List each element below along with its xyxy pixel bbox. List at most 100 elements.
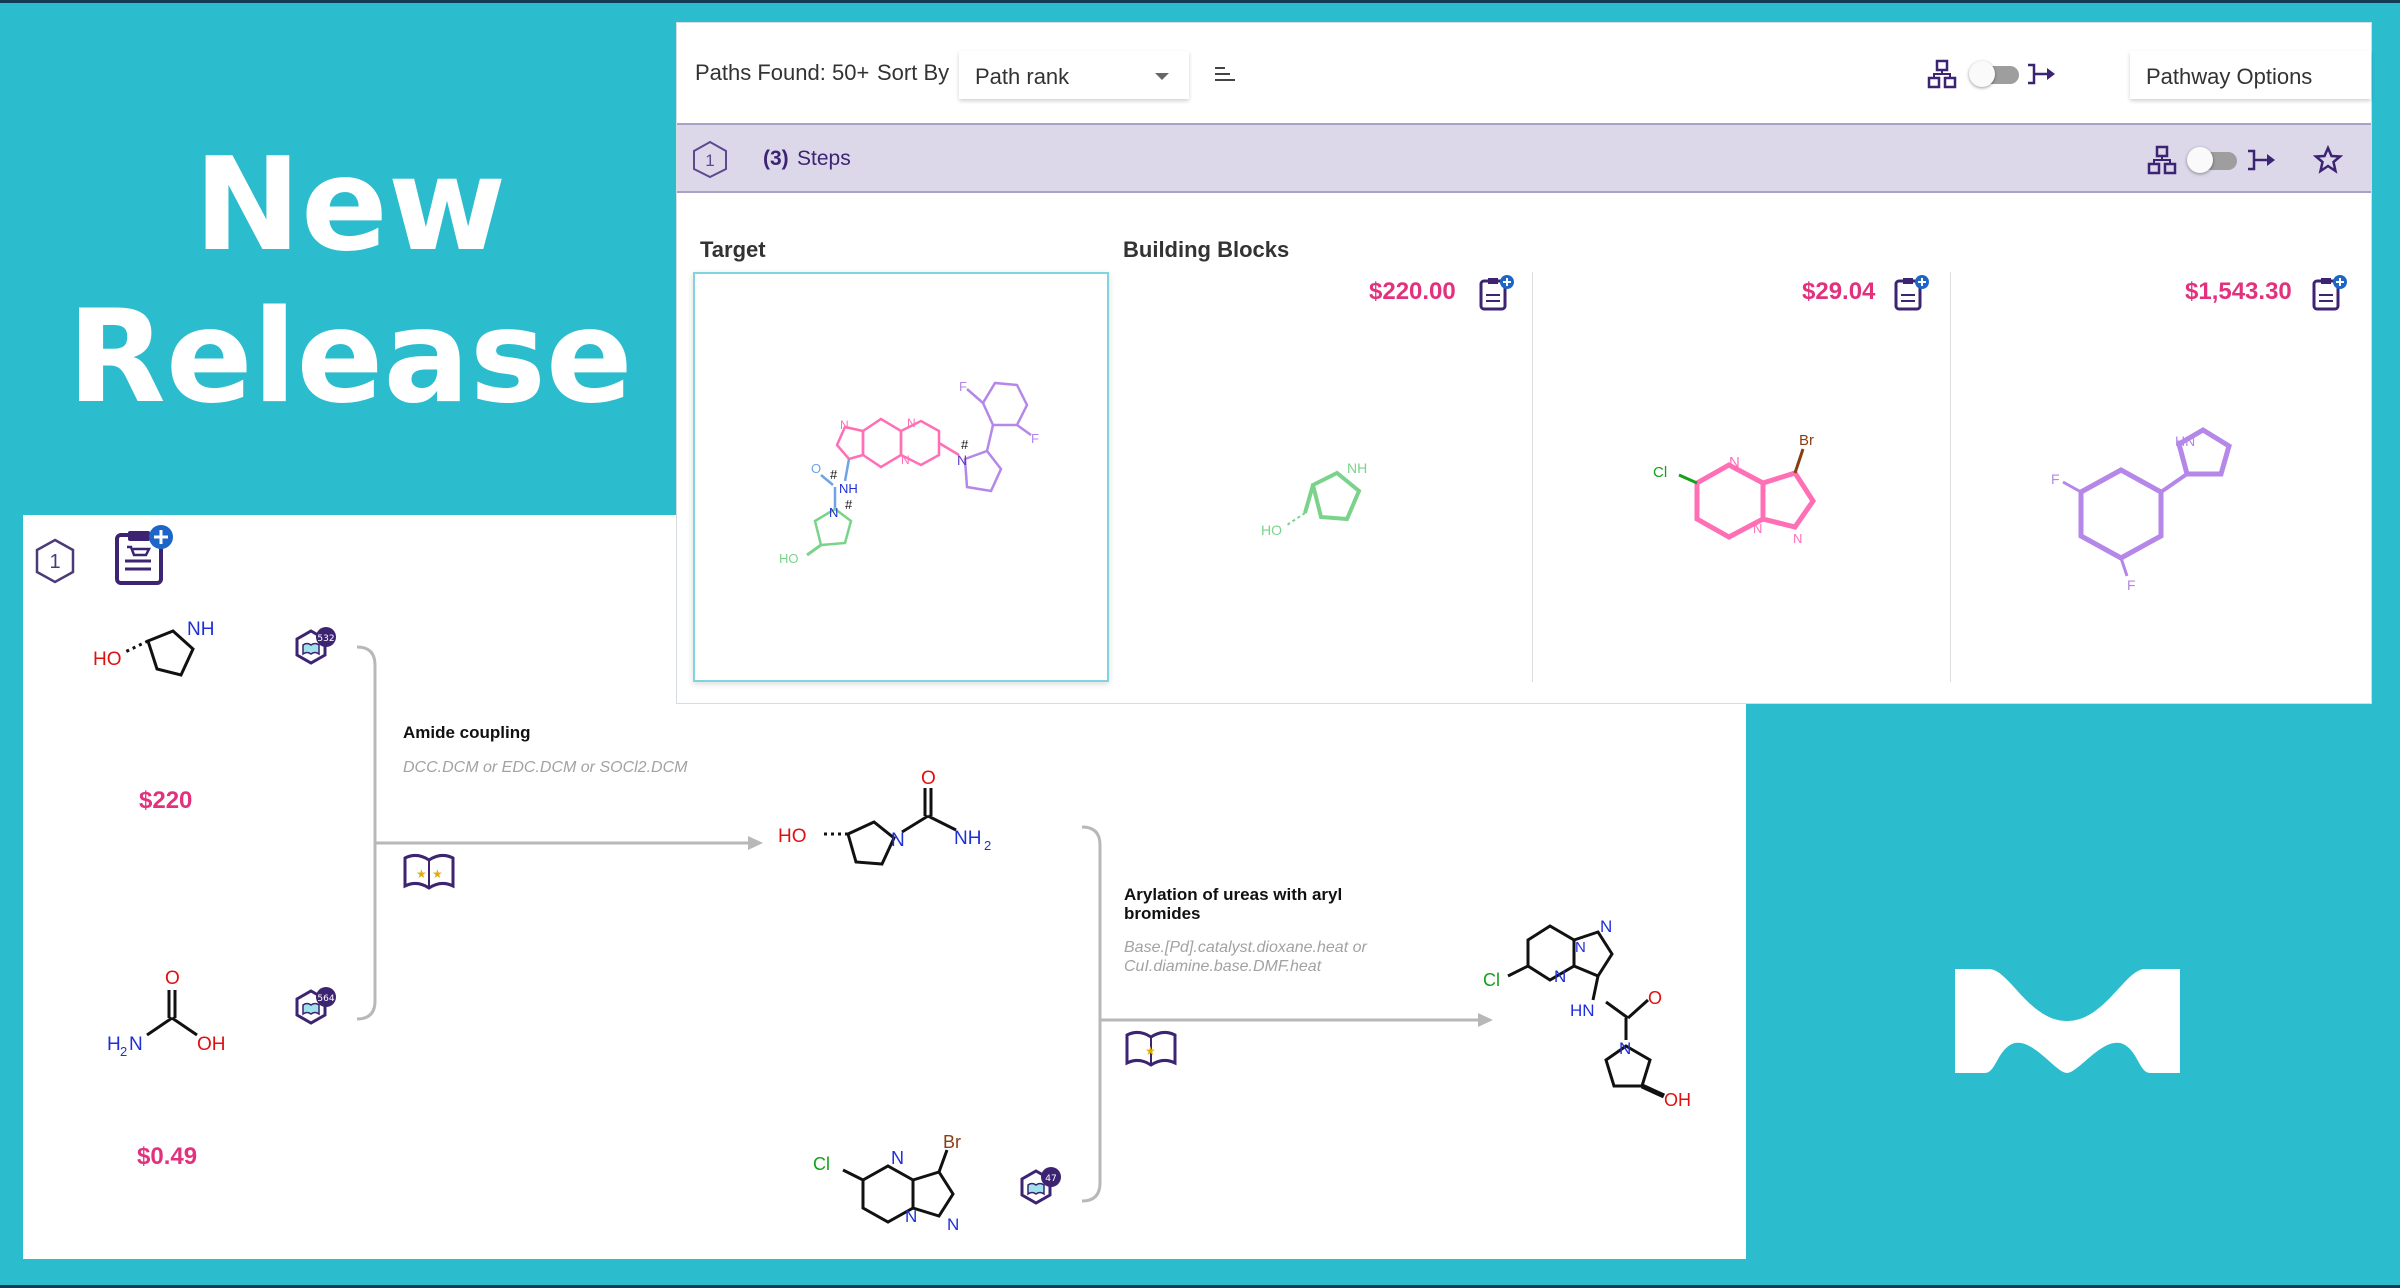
literature-reference-badge[interactable]: 532	[293, 625, 337, 669]
svg-text:N: N	[901, 453, 910, 467]
building-block-structure-bromo-pyrazolopyrimidine: Cl N Br N N	[1653, 432, 1817, 546]
svg-text:F: F	[2051, 471, 2060, 487]
target-molecule-card[interactable]: N N N N # F F NH # O N # HO	[693, 272, 1109, 682]
molecule-hydroxypyrrolidine: NH HO	[93, 619, 214, 677]
svg-text:HN: HN	[2175, 433, 2195, 449]
svg-text:N: N	[891, 830, 905, 851]
pathway-steps-header[interactable]: 1 (3) Steps	[677, 123, 2371, 193]
building-blocks-label: Building Blocks	[1123, 237, 1290, 262]
reaction-conditions: Base.[Pd].catalyst.dioxane.heat or CuI.d…	[1124, 939, 1367, 975]
add-to-cart-clipboard-icon[interactable]	[1892, 273, 1932, 313]
route-arrow-icon[interactable]	[2025, 59, 2057, 89]
building-block-divider	[1532, 272, 1533, 682]
svg-text:#: #	[830, 467, 838, 482]
svg-text:N: N	[1793, 531, 1802, 546]
svg-text:★: ★	[416, 867, 427, 881]
svg-text:N: N	[957, 452, 967, 468]
view-toggle[interactable]	[1969, 61, 2021, 87]
starting-material-price: $220	[139, 787, 193, 814]
svg-text:N: N	[129, 1034, 143, 1055]
reaction-conditions: DCC.DCM or EDC.DCM or SOCl2.DCM	[403, 759, 688, 776]
add-to-cart-clipboard-icon[interactable]	[113, 523, 175, 587]
headline: New Release	[50, 130, 650, 434]
route-arrow-icon[interactable]	[2245, 145, 2277, 175]
svg-text:N: N	[1619, 1039, 1631, 1058]
svg-text:O: O	[921, 770, 936, 789]
svg-text:N: N	[891, 1148, 904, 1168]
svg-text:HO: HO	[93, 649, 122, 670]
svg-text:N: N	[905, 1207, 917, 1226]
svg-text:N: N	[947, 1215, 959, 1234]
svg-text:O: O	[1648, 988, 1662, 1008]
step-number-hexagon: 1	[35, 538, 75, 584]
chevron-down-icon	[1155, 73, 1169, 80]
molecule-final-product: Cl N N N HN O N OH	[1483, 917, 1691, 1110]
literature-reference-badge[interactable]: 47	[1018, 1165, 1062, 1209]
svg-text:Br: Br	[943, 1132, 961, 1152]
open-book-icon[interactable]: ★	[1123, 1027, 1179, 1069]
results-panel: Paths Found: 50+ Sort By Path rank Pathw…	[677, 23, 2371, 703]
target-molecule-structure: N N N N # F F NH # O N # HO	[779, 379, 1039, 566]
svg-text:HO: HO	[779, 551, 799, 566]
steps-count: (3)	[763, 147, 789, 170]
svg-text:2: 2	[984, 838, 991, 853]
svg-text:F: F	[2127, 577, 2136, 593]
building-block-price: $29.04	[1802, 278, 1876, 305]
steps-label: Steps	[797, 147, 851, 170]
add-to-cart-clipboard-icon[interactable]	[1477, 273, 1517, 313]
svg-text:H: H	[107, 1034, 121, 1055]
merck-m-logo-icon	[1955, 969, 2180, 1073]
sort-by-label: Sort By	[877, 60, 950, 85]
building-block-price: $1,543.30	[2185, 278, 2292, 305]
svg-text:OH: OH	[1664, 1090, 1691, 1110]
step-number-hexagon: 1	[693, 140, 727, 179]
svg-text:O: O	[165, 968, 180, 989]
pathway-options-button[interactable]: Pathway Options	[2130, 51, 2371, 99]
building-block-price: $220.00	[1369, 278, 1456, 305]
molecule-intermediate-urea: HO N O NH 2	[778, 770, 991, 866]
svg-text:N: N	[1575, 939, 1586, 956]
svg-text:N: N	[829, 505, 838, 520]
svg-text:F: F	[1031, 431, 1039, 446]
reference-count: 47	[1045, 1174, 1056, 1184]
open-book-icon[interactable]: ★ ★	[401, 850, 457, 892]
building-block-divider	[1950, 272, 1951, 682]
svg-text:#: #	[961, 437, 969, 452]
results-toolbar: Paths Found: 50+ Sort By Path rank Pathw…	[677, 23, 2371, 123]
step-number: 1	[49, 551, 60, 573]
tree-view-icon[interactable]	[2147, 145, 2177, 175]
headline-line-1: New	[193, 131, 507, 280]
literature-reference-badge[interactable]: 564	[293, 985, 337, 1029]
svg-text:F: F	[959, 379, 967, 394]
sort-order-icon[interactable]	[1213, 63, 1239, 85]
svg-text:Br: Br	[1799, 432, 1814, 449]
svg-text:2: 2	[120, 1044, 127, 1059]
svg-text:Cl: Cl	[1653, 464, 1667, 481]
building-block-structure-hydroxypyrrolidine: NH HO	[1261, 460, 1367, 538]
svg-text:NH: NH	[1347, 460, 1367, 476]
svg-text:NH: NH	[839, 481, 858, 496]
svg-text:O: O	[811, 461, 821, 476]
sort-dropdown[interactable]: Path rank	[959, 51, 1189, 99]
sort-dropdown-value: Path rank	[975, 64, 1070, 89]
building-block-structure-difluorophenyl-pyrrolidine: HN F F	[2051, 427, 2232, 593]
favorite-star-icon[interactable]	[2313, 145, 2343, 175]
svg-text:HN: HN	[1570, 1001, 1595, 1020]
svg-text:N: N	[1729, 454, 1740, 471]
target-label: Target	[700, 237, 766, 262]
reference-count: 564	[317, 994, 334, 1004]
svg-text:★: ★	[1145, 1044, 1156, 1058]
svg-text:Cl: Cl	[813, 1154, 830, 1174]
tree-view-icon[interactable]	[1927, 59, 1957, 89]
view-toggle[interactable]	[2187, 147, 2239, 173]
step-number: 1	[705, 151, 714, 170]
reaction-title: Amide coupling	[403, 723, 531, 742]
svg-text:NH: NH	[954, 828, 981, 849]
top-border	[0, 0, 2400, 3]
reference-count: 532	[317, 634, 334, 644]
pathway-options-label: Pathway Options	[2146, 64, 2313, 89]
svg-text:N: N	[1554, 967, 1566, 986]
svg-text:N: N	[1753, 521, 1762, 536]
paths-found-label: Paths Found: 50+	[695, 60, 870, 85]
add-to-cart-clipboard-icon[interactable]	[2310, 273, 2350, 313]
